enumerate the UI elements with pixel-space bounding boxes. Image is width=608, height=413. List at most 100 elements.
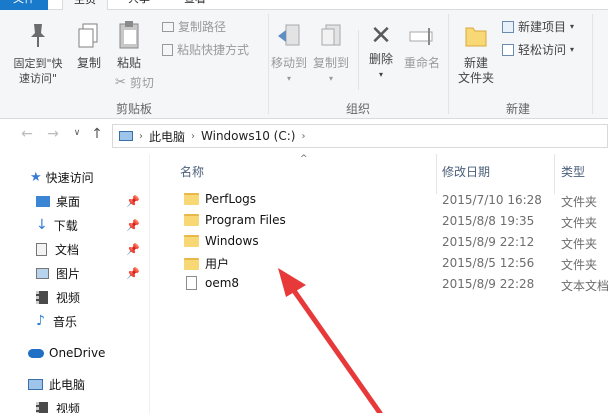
- folder-icon: [184, 214, 199, 226]
- text-file-icon: [186, 276, 197, 290]
- tab-view[interactable]: 查看: [178, 0, 212, 10]
- file-row[interactable]: PerfLogs 2015/7/10 16:28 文件夹: [180, 190, 608, 211]
- move-to-icon: [278, 24, 300, 46]
- nav-music[interactable]: ♪ 音乐: [0, 310, 148, 332]
- file-date: 2015/8/9 22:12: [442, 235, 535, 249]
- ribbon-tabs: 文件 主页 共享 查看: [0, 0, 608, 10]
- pinned-icon: 📌: [126, 219, 140, 232]
- cut-label: 剪切: [129, 76, 154, 90]
- group-divider-small: [358, 30, 359, 90]
- file-name: PerfLogs: [205, 192, 257, 206]
- nav-label: 快速访问: [45, 170, 94, 185]
- copy-button[interactable]: 复制: [74, 22, 104, 71]
- file-row[interactable]: Program Files 2015/8/8 19:35 文件夹: [180, 211, 608, 232]
- nav-documents[interactable]: 文档 📌: [0, 238, 148, 260]
- clipboard-icon: [119, 21, 139, 49]
- pinned-icon: 📌: [126, 195, 140, 208]
- new-folder-icon: [465, 27, 487, 47]
- easy-access-dropdown-icon: ▾: [570, 45, 575, 54]
- file-name: oem8: [205, 276, 240, 290]
- move-to-dropdown-icon: ▾: [286, 74, 291, 83]
- easy-access-icon: [502, 43, 514, 56]
- copy-label: 复制: [76, 56, 101, 70]
- tab-file[interactable]: 文件: [0, 0, 48, 10]
- file-type: 文件夹: [561, 258, 598, 272]
- nav-label: 下载: [53, 218, 78, 233]
- nav-downloads[interactable]: ↓ 下载 📌: [0, 214, 148, 236]
- rename-label: 重命名: [403, 56, 440, 70]
- file-date: 2015/8/8 19:35: [442, 214, 535, 228]
- pin-to-quick-access-button[interactable]: 固定到"快 速访问": [8, 22, 68, 86]
- paste-label: 粘贴: [116, 56, 141, 70]
- download-arrow-icon: ↓: [36, 217, 48, 233]
- forward-button[interactable]: →: [44, 126, 62, 142]
- tab-home[interactable]: 主页: [62, 0, 108, 10]
- scissors-icon: ✂: [115, 75, 126, 90]
- copy-path-button[interactable]: 复制路径: [162, 18, 226, 35]
- new-item-icon: [502, 20, 514, 33]
- nav-this-pc-videos[interactable]: 视频: [0, 397, 148, 413]
- file-row[interactable]: 用户 2015/8/5 12:56 文件夹: [180, 253, 608, 274]
- file-name: 用户: [205, 257, 230, 271]
- column-header-date[interactable]: 修改日期: [442, 160, 490, 184]
- breadcrumb-drive[interactable]: Windows10 (C:): [201, 129, 295, 143]
- group-divider: [448, 14, 449, 114]
- pin-label: 固定到"快 速访问": [13, 57, 63, 85]
- cut-button[interactable]: ✂ 剪切: [115, 74, 154, 91]
- file-date: 2015/7/10 16:28: [442, 193, 542, 207]
- new-item-dropdown-icon: ▾: [570, 22, 575, 31]
- file-type: 文件夹: [561, 195, 598, 209]
- nav-quick-access[interactable]: ★ 快速访问: [0, 166, 148, 188]
- easy-access-label: 轻松访问: [518, 43, 567, 57]
- chevron-right-icon: ›: [191, 130, 196, 142]
- sort-ascending-icon: ^: [300, 154, 308, 164]
- column-divider: [436, 154, 437, 194]
- paste-button[interactable]: 粘贴: [114, 20, 144, 71]
- organize-group-label: 组织: [346, 102, 371, 116]
- copy-path-label: 复制路径: [178, 20, 227, 34]
- new-item-label: 新建项目: [518, 20, 567, 34]
- new-folder-label: 新建 文件夹: [457, 56, 494, 85]
- file-row[interactable]: oem8 2015/8/9 22:28 文本文档: [180, 274, 608, 295]
- nav-label: 视频: [56, 290, 81, 305]
- back-button[interactable]: ←: [18, 126, 36, 142]
- nav-videos[interactable]: 视频: [0, 286, 148, 308]
- copy-to-icon: [321, 24, 341, 46]
- column-header-name[interactable]: 名称: [180, 160, 204, 184]
- up-button[interactable]: ↑: [88, 126, 106, 142]
- recent-locations-icon[interactable]: ∨: [68, 128, 86, 138]
- pin-icon: [31, 24, 45, 47]
- rename-button[interactable]: 重命名: [402, 22, 442, 71]
- copy-to-button[interactable]: 复制到 ▾: [312, 22, 350, 86]
- breadcrumb-this-pc[interactable]: 此电脑: [149, 128, 185, 145]
- file-row[interactable]: Windows 2015/8/9 22:12 文件夹: [180, 232, 608, 253]
- easy-access-button[interactable]: 轻松访问 ▾: [502, 41, 574, 58]
- new-group-label: 新建: [506, 102, 531, 116]
- new-item-button[interactable]: 新建项目 ▾: [502, 18, 574, 35]
- nav-onedrive[interactable]: OneDrive: [0, 342, 148, 364]
- move-to-button[interactable]: 移动到 ▾: [270, 22, 308, 86]
- pinned-icon: 📌: [126, 267, 140, 280]
- nav-this-pc[interactable]: 此电脑: [0, 373, 148, 395]
- document-icon: [36, 242, 47, 256]
- group-divider: [268, 14, 269, 114]
- nav-pictures[interactable]: 图片 📌: [0, 262, 148, 284]
- ribbon: 固定到"快 速访问" 复制 粘贴 复制路径 粘贴快捷方式 ✂ 剪切 剪贴板 移动…: [0, 10, 608, 119]
- address-bar[interactable]: › 此电脑 › Windows10 (C:) ›: [112, 124, 608, 148]
- delete-label: 删除: [368, 52, 393, 66]
- chevron-right-icon: ›: [139, 130, 143, 142]
- clipboard-group-label: 剪贴板: [116, 102, 153, 116]
- nav-desktop[interactable]: 桌面 📌: [0, 190, 148, 212]
- nav-label: OneDrive: [49, 346, 106, 360]
- delete-button[interactable]: ✕ 删除 ▾: [364, 22, 398, 82]
- tab-share[interactable]: 共享: [122, 0, 156, 10]
- paste-shortcut-button[interactable]: 粘贴快捷方式: [162, 41, 249, 58]
- file-list: ^ 名称 修改日期 类型 PerfLogs 2015/7/10 16:28 文件…: [150, 154, 608, 413]
- cloud-icon: [28, 348, 44, 358]
- nav-label: 视频: [56, 401, 81, 413]
- new-folder-button[interactable]: 新建 文件夹: [452, 20, 500, 86]
- column-header-type[interactable]: 类型: [561, 160, 585, 184]
- paste-shortcut-label: 粘贴快捷方式: [177, 43, 250, 57]
- paste-shortcut-icon: [162, 43, 173, 56]
- this-pc-small-icon: [119, 131, 133, 141]
